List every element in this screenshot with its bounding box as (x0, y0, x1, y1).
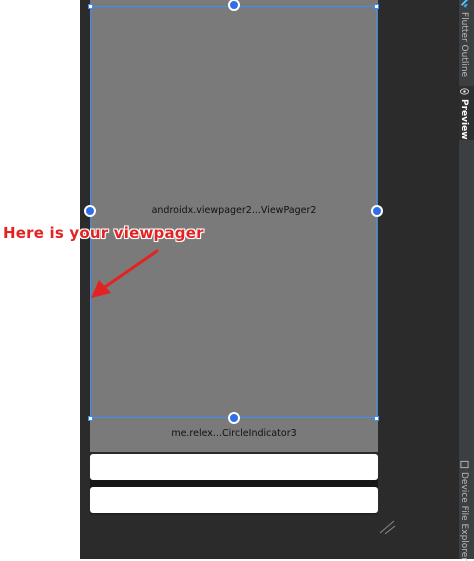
circle-indicator-label[interactable]: me.relex...CircleIndicator3 (90, 428, 378, 439)
resize-handle-bottom[interactable] (228, 412, 240, 424)
viewpager-label: androidx.viewpager2...ViewPager2 (151, 205, 317, 216)
resize-grip-icon[interactable] (378, 517, 398, 537)
corner-handle-top-right[interactable] (374, 4, 379, 9)
tab-device-file-explorer-label: Device File Explorer (459, 471, 469, 561)
tab-preview-label: Preview (459, 98, 469, 140)
tab-device-file-explorer[interactable]: Device File Explorer (459, 460, 474, 561)
eye-icon (459, 87, 469, 96)
tab-preview[interactable]: Preview (459, 86, 474, 140)
right-tool-window-bar: Flutter Outline Preview Device File Expl… (458, 0, 474, 561)
input-field-2[interactable] (90, 487, 378, 513)
annotation-text: Here is your viewpager (3, 224, 204, 242)
corner-handle-bottom-left[interactable] (88, 416, 93, 421)
corner-handle-top-left[interactable] (88, 4, 93, 9)
corner-handle-bottom-right[interactable] (374, 416, 379, 421)
flutter-icon (459, 0, 469, 9)
tab-flutter-outline-label: Flutter Outline (459, 12, 469, 78)
input-field-1[interactable] (90, 454, 378, 480)
annotation-arrow-icon (91, 249, 159, 298)
tab-flutter-outline[interactable]: Flutter Outline (459, 0, 474, 78)
device-icon (459, 460, 469, 469)
